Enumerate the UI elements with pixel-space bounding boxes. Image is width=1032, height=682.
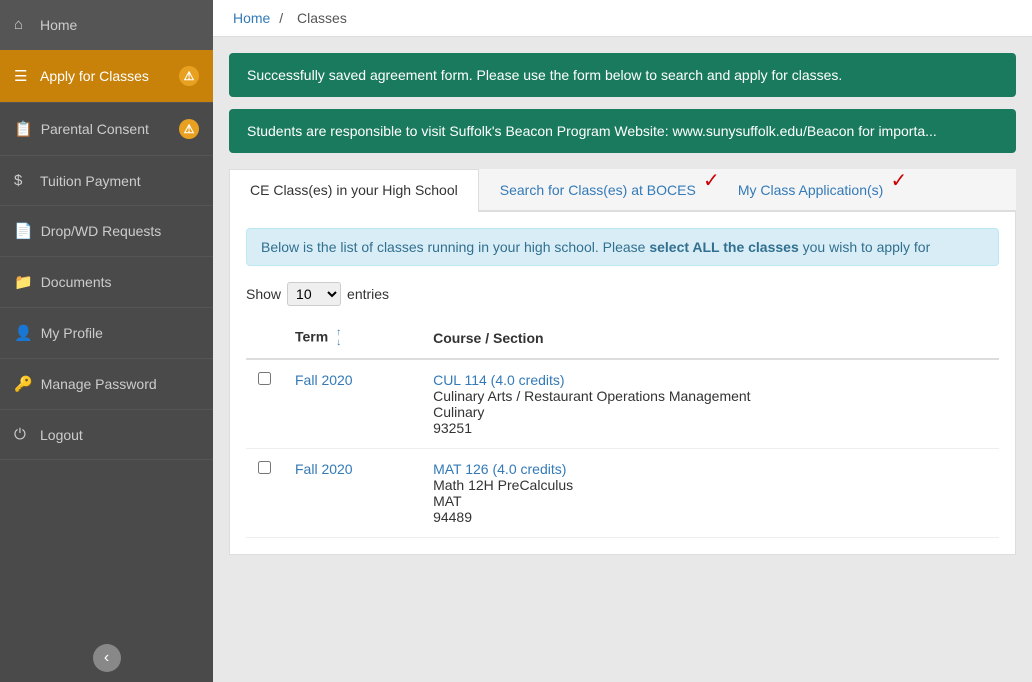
tab-boces[interactable]: Search for Class(es) at BOCES ✓ — [479, 169, 717, 210]
key-icon: 🔑 — [14, 375, 33, 393]
row-checkbox-cell — [246, 449, 283, 538]
sidebar-item-label: Apply for Classes — [40, 68, 171, 84]
course-dept: Culinary — [433, 404, 484, 420]
sidebar-item-label: Tuition Payment — [40, 173, 199, 189]
breadcrumb: Home / Classes — [233, 10, 1012, 26]
course-dept: MAT — [433, 493, 462, 509]
warning-badge: ⚠ — [179, 119, 199, 139]
tab-content-high-school: Below is the list of classes running in … — [229, 212, 1016, 555]
row-course: CUL 114 (4.0 credits) Culinary Arts / Re… — [421, 359, 999, 449]
row-checkbox[interactable] — [258, 372, 271, 385]
col-header-checkbox — [246, 318, 283, 359]
main-content: Home / Classes Successfully saved agreem… — [213, 0, 1032, 682]
course-id: 94489 — [433, 509, 472, 525]
sidebar-item-documents[interactable]: 📁 Documents — [0, 257, 213, 308]
success-alert: Successfully saved agreement form. Pleas… — [229, 53, 1016, 97]
course-id: 93251 — [433, 420, 472, 436]
tab-my-application[interactable]: My Class Application(s) ✓ — [717, 169, 905, 210]
clipboard-icon: 📋 — [14, 120, 33, 138]
sidebar-item-tuition-payment[interactable]: $ Tuition Payment — [0, 156, 213, 206]
breadcrumb-separator: / — [279, 10, 283, 26]
row-course: MAT 126 (4.0 credits) Math 12H PreCalcul… — [421, 449, 999, 538]
home-icon: ⌂ — [14, 16, 32, 33]
show-entries-control: Show 10 25 50 100 entries — [246, 282, 999, 306]
sidebar-item-parental-consent[interactable]: 📋 Parental Consent ⚠ — [0, 103, 213, 156]
topbar: Home / Classes — [213, 0, 1032, 37]
row-checkbox[interactable] — [258, 461, 271, 474]
tab-info-text: Below is the list of classes running in … — [246, 228, 999, 266]
row-term: Fall 2020 — [283, 359, 421, 449]
table-row: Fall 2020 CUL 114 (4.0 credits) Culinary… — [246, 359, 999, 449]
folder-icon: 📁 — [14, 273, 33, 291]
course-name: Math 12H PreCalculus — [433, 477, 573, 493]
sidebar-item-apply-classes[interactable]: ☰ Apply for Classes ⚠ — [0, 50, 213, 103]
course-name: Culinary Arts / Restaurant Operations Ma… — [433, 388, 751, 404]
breadcrumb-home[interactable]: Home — [233, 10, 270, 26]
row-term: Fall 2020 — [283, 449, 421, 538]
sidebar-item-logout[interactable]: ⏻ Logout — [0, 410, 213, 460]
course-link[interactable]: CUL 114 (4.0 credits) — [433, 372, 565, 388]
dollar-icon: $ — [14, 172, 32, 189]
sidebar-item-label: Documents — [41, 274, 199, 290]
info-alert: Students are responsible to visit Suffol… — [229, 109, 1016, 153]
sidebar-item-label: Drop/WD Requests — [41, 223, 199, 239]
col-header-term[interactable]: Term ↑↓ — [283, 318, 421, 359]
tabs-header: CE Class(es) in your High School Search … — [229, 169, 1016, 212]
tab-high-school[interactable]: CE Class(es) in your High School — [229, 169, 479, 212]
col-header-course[interactable]: Course / Section — [421, 318, 999, 359]
sidebar-item-home[interactable]: ⌂ Home — [0, 0, 213, 50]
content-area: Successfully saved agreement form. Pleas… — [213, 37, 1032, 682]
breadcrumb-current: Classes — [297, 10, 347, 26]
tabs-container: CE Class(es) in your High School Search … — [229, 169, 1016, 555]
checkmark-application: ✓ — [891, 168, 908, 193]
course-link[interactable]: MAT 126 (4.0 credits) — [433, 461, 566, 477]
row-checkbox-cell — [246, 359, 283, 449]
sort-icon-term[interactable]: ↑↓ — [336, 328, 341, 348]
classes-table: Term ↑↓ Course / Section — [246, 318, 999, 538]
sidebar-item-label: Logout — [40, 427, 199, 443]
sidebar-item-drop-wd[interactable]: 📄 Drop/WD Requests — [0, 206, 213, 257]
list-icon: ☰ — [14, 67, 32, 85]
sidebar: ⌂ Home ☰ Apply for Classes ⚠ 📋 Parental … — [0, 0, 213, 682]
sidebar-item-my-profile[interactable]: 👤 My Profile — [0, 308, 213, 359]
sidebar-item-label: Parental Consent — [41, 121, 171, 137]
sidebar-item-label: My Profile — [41, 325, 199, 341]
sidebar-item-label: Home — [40, 17, 199, 33]
document-icon: 📄 — [14, 222, 33, 240]
person-icon: 👤 — [14, 324, 33, 342]
sidebar-item-manage-password[interactable]: 🔑 Manage Password — [0, 359, 213, 410]
sidebar-item-label: Manage Password — [41, 376, 199, 392]
warning-badge: ⚠ — [179, 66, 199, 86]
sidebar-collapse[interactable]: ‹ — [0, 634, 213, 682]
logout-icon: ⏻ — [14, 426, 32, 443]
table-row: Fall 2020 MAT 126 (4.0 credits) Math 12H… — [246, 449, 999, 538]
collapse-button[interactable]: ‹ — [93, 644, 121, 672]
entries-select[interactable]: 10 25 50 100 — [287, 282, 341, 306]
